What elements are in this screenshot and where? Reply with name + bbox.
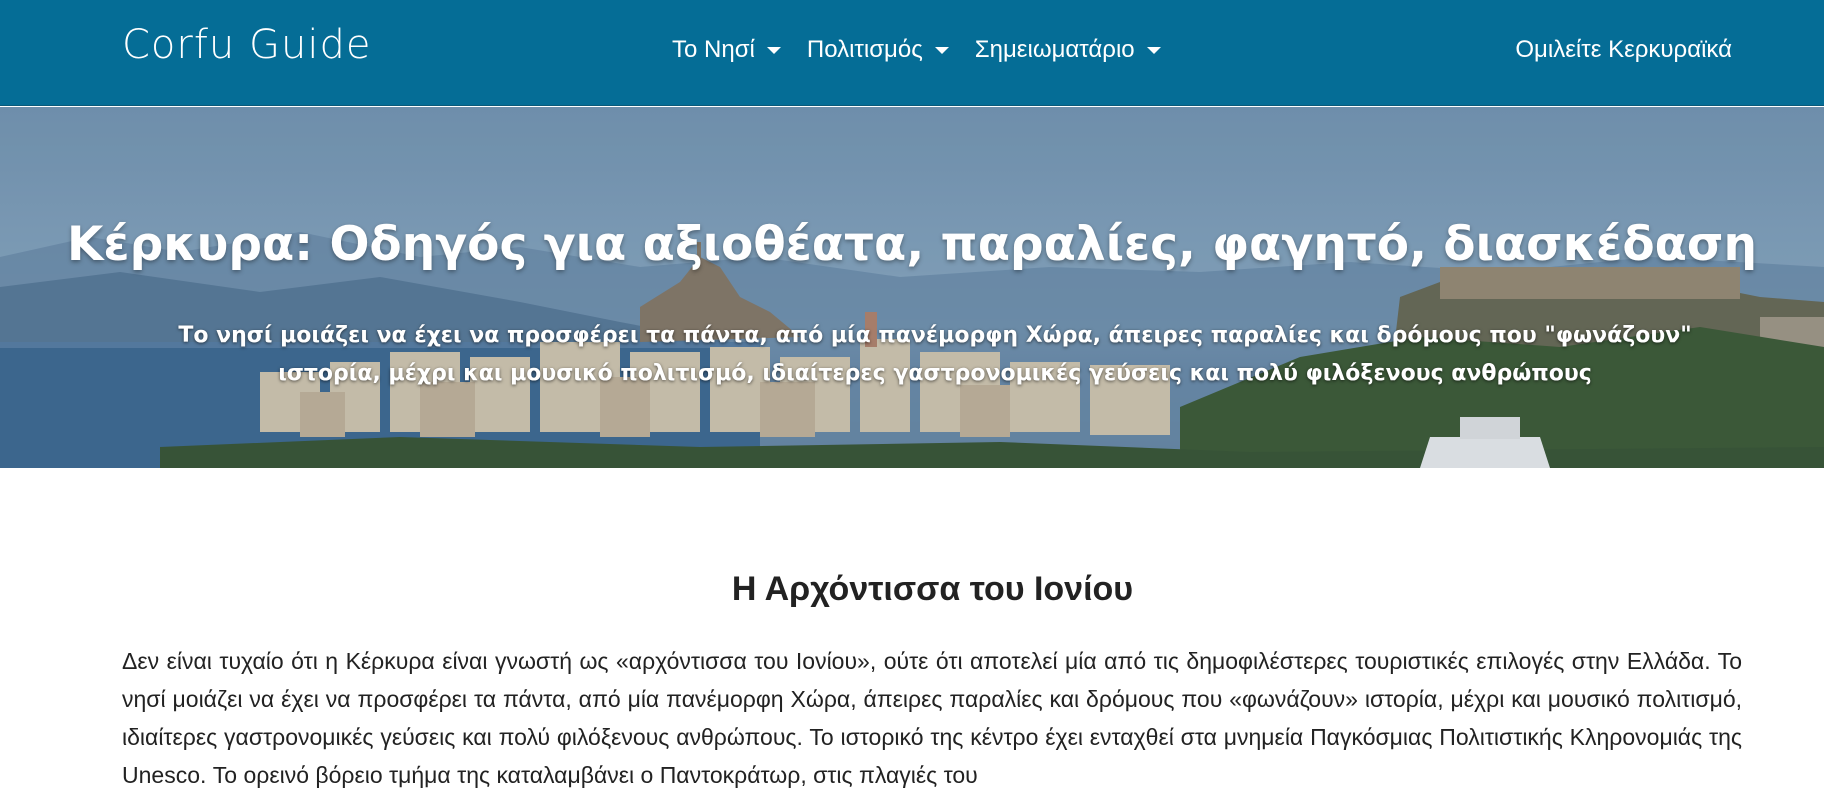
menu-item-notebook[interactable]: Σημειωματάριο bbox=[975, 36, 1161, 64]
main-menu: Το Νησί Πολιτισμός Σημειωματάριο bbox=[672, 36, 1187, 64]
menu-item-culture[interactable]: Πολιτισμός bbox=[807, 36, 949, 64]
chevron-down-icon bbox=[1146, 46, 1161, 54]
hero-title: Κέρκυρα: Οδηγός για αξιοθέατα, παραλίες,… bbox=[67, 217, 1757, 272]
intro-paragraph: Δεν είναι τυχαίο ότι η Κέρκυρα είναι γνω… bbox=[122, 648, 1742, 788]
top-navbar: Corfu Guide Το Νησί Πολιτισμός Σημειωματ… bbox=[0, 0, 1824, 106]
menu-item-label: Πολιτισμός bbox=[806, 36, 923, 63]
section-title: Η Αρχόντισσα του Ιονίου bbox=[731, 570, 1134, 608]
menu-item-island[interactable]: Το Νησί bbox=[672, 36, 781, 64]
chevron-down-icon bbox=[766, 46, 781, 54]
speak-corfiot-link[interactable]: Ομιλείτε Κερκυραϊκά bbox=[1515, 36, 1732, 64]
menu-item-label: Το Νησί bbox=[672, 36, 755, 63]
hero-banner: Κέρκυρα: Οδηγός για αξιοθέατα, παραλίες,… bbox=[0, 107, 1824, 468]
hero-background-image bbox=[0, 107, 1824, 468]
chevron-down-icon bbox=[934, 46, 949, 54]
hero-subtitle: Το νησί μοιάζει να έχει να προσφέρει τα … bbox=[178, 323, 1692, 386]
site-logo[interactable]: Corfu Guide bbox=[122, 22, 371, 68]
menu-item-label: Σημειωματάριο bbox=[974, 36, 1135, 63]
